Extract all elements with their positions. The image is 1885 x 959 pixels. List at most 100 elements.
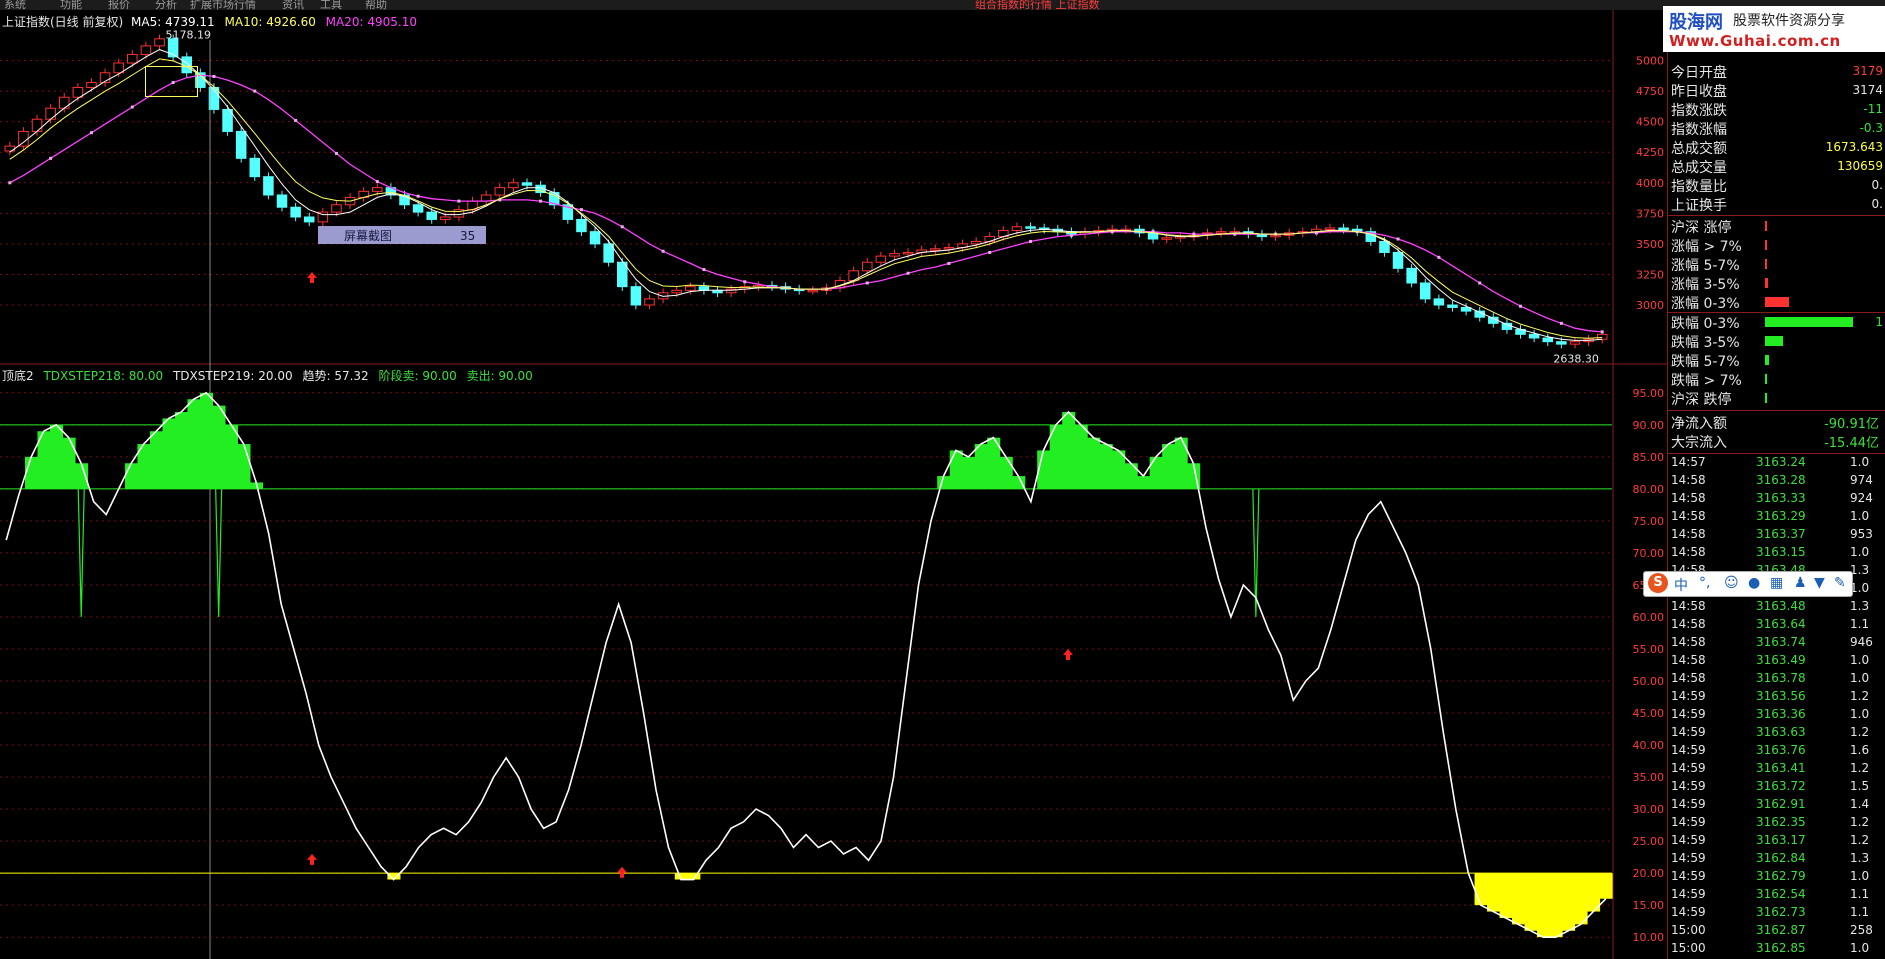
candle-body	[1392, 251, 1404, 269]
sogou-icon[interactable]: S	[1648, 573, 1668, 593]
tick-price: 3163.76	[1756, 743, 1806, 757]
flow-label: 净流入额	[1671, 416, 1727, 432]
ime-toolbar[interactable]: S 中 °, ☺ ● ▦ ♟ ▼ ✎	[1643, 571, 1853, 597]
tick-volume: 1.0	[1850, 707, 1870, 721]
tick-volume: 1.2	[1850, 761, 1870, 775]
tick-row[interactable]: 14:59 3163.76 1.6	[1668, 743, 1885, 761]
candle-body	[1569, 341, 1581, 345]
stat-row: 总成交量 130659	[1671, 157, 1883, 176]
tick-volume: 1.0	[1850, 545, 1870, 559]
emoji-icon[interactable]: ☺	[1724, 575, 1739, 591]
punctuation-icon[interactable]: °,	[1699, 575, 1710, 591]
keyboard-icon[interactable]: ▦	[1770, 575, 1783, 591]
tick-row[interactable]: 14:57 3163.24 1.0	[1668, 455, 1885, 473]
tick-row[interactable]: 14:58 3163.28 974	[1668, 473, 1885, 491]
bottom-zone-bar	[1499, 873, 1513, 918]
flow-row: 大宗流入 -15.44亿	[1671, 432, 1879, 451]
tick-row[interactable]: 14:59 3162.73 1.1	[1668, 905, 1885, 923]
bottom-zone-bar	[1524, 873, 1538, 931]
tick-row[interactable]: 15:00 3162.87 258	[1668, 923, 1885, 941]
bottom-zone-bar	[1549, 873, 1563, 938]
tick-row[interactable]: 14:58 3163.78 1.0	[1668, 671, 1885, 689]
stat-label: 总成交量	[1671, 160, 1727, 176]
tick-row[interactable]: 14:58 3163.49 1.0	[1668, 653, 1885, 671]
mic-icon[interactable]: ●	[1748, 575, 1760, 591]
signal-spike	[215, 488, 223, 617]
y-tick-label: 4000	[1636, 177, 1664, 190]
tick-row[interactable]: 14:58 3163.74 946	[1668, 635, 1885, 653]
tick-price: 3163.49	[1756, 653, 1806, 667]
tick-row[interactable]: 14:59 3162.79 1.0	[1668, 869, 1885, 887]
breadth-row: 沪深 涨停	[1671, 217, 1883, 236]
y-tick-label: 5000	[1636, 55, 1664, 68]
tick-price: 3163.28	[1756, 473, 1806, 487]
top-zone-bar	[1162, 444, 1176, 489]
candle-body	[698, 286, 710, 291]
tick-row[interactable]: 14:58 3163.48 1.3	[1668, 599, 1885, 617]
stat-row: 指数涨跌 -11	[1671, 100, 1883, 119]
tick-row[interactable]: 14:58 3163.37 953	[1668, 527, 1885, 545]
tick-row[interactable]: 14:59 3163.36 1.0	[1668, 707, 1885, 725]
tick-row[interactable]: 14:59 3162.91 1.4	[1668, 797, 1885, 815]
tick-row[interactable]: 14:58 3163.64 1.1	[1668, 617, 1885, 635]
tick-row[interactable]: 14:59 3163.63 1.2	[1668, 725, 1885, 743]
breadth-row: 涨幅 0-3%	[1671, 293, 1883, 312]
breadth-label: 跌幅 0-3%	[1671, 316, 1740, 332]
divider	[1668, 410, 1885, 411]
chart-area[interactable]: 3000 3250 3500 3750 4000 4250 4500 4750 5000 5178…	[0, 0, 1667, 959]
tick-row[interactable]: 14:59 3162.84 1.3	[1668, 851, 1885, 869]
ma20-marker	[89, 131, 93, 135]
candle-body	[263, 176, 274, 196]
stage-sell-value: 阶段卖: 90.00	[378, 369, 457, 383]
ma20-marker	[171, 81, 175, 85]
y-tick-label: 3750	[1636, 207, 1664, 220]
tick-volume: 1.3	[1850, 851, 1870, 865]
tick-row[interactable]: 14:59 3163.72 1.5	[1668, 779, 1885, 797]
top-zone-bar	[212, 405, 226, 489]
candle-body	[508, 182, 519, 189]
bottom-zone-bar	[1512, 873, 1526, 925]
tick-volume: 1.1	[1850, 617, 1870, 631]
tick-row[interactable]: 14:59 3163.56 1.2	[1668, 689, 1885, 707]
tick-price: 3163.48	[1756, 599, 1806, 613]
y-tick-label: 45.00	[1633, 707, 1665, 720]
ma20-marker	[579, 208, 583, 212]
user-icon[interactable]: ♟	[1794, 575, 1807, 591]
stat-label: 指数涨幅	[1671, 122, 1727, 138]
tools-icon[interactable]: ✎	[1834, 575, 1846, 591]
ma20-marker	[743, 280, 747, 284]
tick-time: 14:59	[1671, 761, 1706, 775]
y-tick-label: 3000	[1636, 299, 1664, 312]
bottom-zone-bar	[1562, 873, 1576, 931]
breadth-bar	[1765, 240, 1767, 250]
candle-body	[1338, 227, 1349, 230]
ime-mode[interactable]: 中	[1674, 575, 1688, 595]
top-zone-bar	[237, 444, 251, 489]
tick-row[interactable]: 14:58 3163.15 1.0	[1668, 545, 1885, 563]
tick-time: 14:59	[1671, 851, 1706, 865]
breadth-label: 涨幅 3-5%	[1671, 277, 1740, 293]
tick-price: 3163.64	[1756, 617, 1806, 631]
candle-body	[140, 45, 152, 55]
stat-row: 上证换手 0.	[1671, 195, 1883, 214]
main-chart-title: 上证指数(日线 前复权)	[2, 15, 124, 29]
tick-volume: 1.1	[1850, 887, 1870, 901]
tick-row[interactable]: 14:58 3163.33 924	[1668, 491, 1885, 509]
tick-price: 3162.91	[1756, 797, 1806, 811]
tick-row[interactable]: 14:59 3163.41 1.2	[1668, 761, 1885, 779]
tick-row[interactable]: 14:59 3162.35 1.2	[1668, 815, 1885, 833]
breadth-bar	[1765, 393, 1767, 403]
candle-body	[889, 253, 900, 257]
tick-row[interactable]: 14:58 3163.29 1.0	[1668, 509, 1885, 527]
candle-body	[154, 38, 165, 47]
site-logo: 股海网 股票软件资源分享 Www.Guhai.com.cn	[1663, 6, 1885, 52]
stat-row: 总成交额 1673.643	[1671, 138, 1883, 157]
ma20-marker	[416, 194, 420, 198]
skin-icon[interactable]: ▼	[1814, 575, 1825, 591]
tick-row[interactable]: 15:00 3162.85 1.0	[1668, 941, 1885, 959]
top-zone-bar	[62, 437, 76, 489]
breadth-label: 沪深 跌停	[1671, 392, 1732, 408]
tick-row[interactable]: 14:59 3163.17 1.2	[1668, 833, 1885, 851]
tick-row[interactable]: 14:59 3162.54 1.1	[1668, 887, 1885, 905]
candle-body	[970, 240, 982, 245]
